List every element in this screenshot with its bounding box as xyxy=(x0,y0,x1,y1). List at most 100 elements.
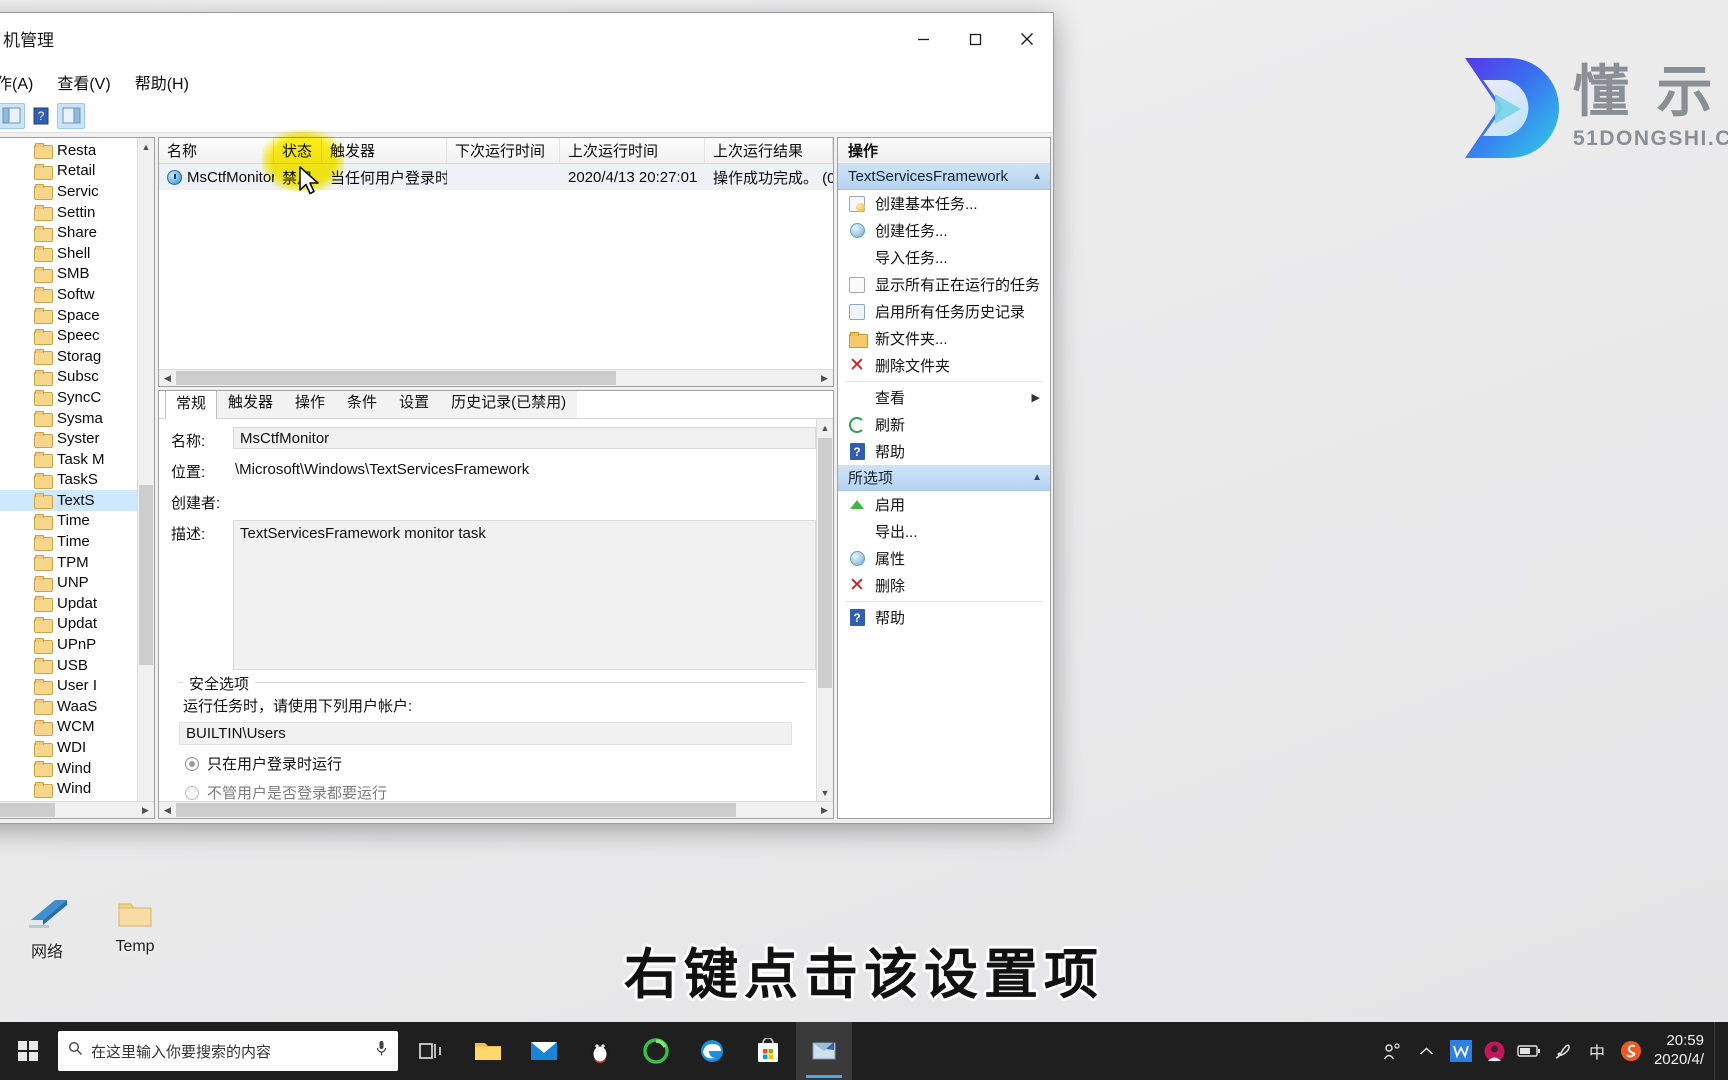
taskbar-icon-file-explorer[interactable] xyxy=(460,1022,516,1080)
tab-5[interactable]: 历史记录(已禁用) xyxy=(440,391,578,418)
radio-button-icon[interactable] xyxy=(185,756,199,771)
tree-item-retail[interactable]: Retail xyxy=(0,161,154,182)
action-item[interactable]: 刷新 xyxy=(838,411,1050,438)
radio-run-only-when-logged-on[interactable]: 只在用户登录时运行 xyxy=(185,753,806,774)
scroll-track[interactable] xyxy=(817,436,833,784)
scroll-up-icon[interactable]: ▲ xyxy=(817,419,833,436)
microphone-icon[interactable] xyxy=(375,1040,388,1062)
scroll-down-icon[interactable]: ▼ xyxy=(817,784,833,801)
tree-item-speec[interactable]: Speec xyxy=(0,325,154,346)
wechat-icon[interactable] xyxy=(1444,1022,1478,1080)
people-icon[interactable] xyxy=(1376,1022,1410,1080)
user-avatar-icon[interactable] xyxy=(1478,1022,1512,1080)
scroll-left-icon[interactable]: ◀ xyxy=(159,805,176,816)
tree-item-servic[interactable]: Servic xyxy=(0,181,154,202)
tree-item-tpm[interactable]: TPM xyxy=(0,552,154,573)
battery-icon[interactable] xyxy=(1512,1022,1546,1080)
chevron-up-icon[interactable] xyxy=(1410,1022,1444,1080)
chevron-up-icon[interactable]: ▲ xyxy=(1032,472,1042,483)
action-item[interactable]: 属性 xyxy=(838,545,1050,572)
taskbar-clock[interactable]: 20:59 2020/4/ xyxy=(1648,1032,1714,1070)
scroll-right-icon[interactable]: ▶ xyxy=(137,805,154,816)
tree-item-task m[interactable]: Task M xyxy=(0,449,154,470)
start-button[interactable] xyxy=(0,1022,56,1080)
column-header-trigger[interactable]: 触发器 xyxy=(322,138,447,163)
search-input[interactable]: 在这里输入你要搜索的内容 xyxy=(91,1041,367,1062)
chevron-up-icon[interactable]: ▲ xyxy=(1032,171,1042,182)
radio-button-icon[interactable] xyxy=(185,785,199,800)
action-item[interactable]: 显示所有正在运行的任务 xyxy=(838,271,1050,298)
action-item[interactable]: ? 帮助 xyxy=(838,604,1050,631)
toolbar-show-pane-icon[interactable] xyxy=(0,102,25,129)
maximize-button[interactable] xyxy=(949,13,1001,65)
tree-item-space[interactable]: Space xyxy=(0,305,154,326)
tree-item-syncc[interactable]: SyncC xyxy=(0,387,154,408)
scroll-thumb[interactable] xyxy=(818,438,832,688)
tree-item-share[interactable]: Share xyxy=(0,222,154,243)
column-header-status[interactable]: 状态 xyxy=(274,138,322,163)
scroll-thumb[interactable] xyxy=(176,371,616,385)
tree-item-subsc[interactable]: Subsc xyxy=(0,367,154,388)
tree-item-time[interactable]: Time xyxy=(0,511,154,532)
scroll-track[interactable] xyxy=(0,802,137,818)
tree-item-resta[interactable]: Resta xyxy=(0,140,154,161)
action-item[interactable]: 启用 xyxy=(838,491,1050,518)
scroll-thumb[interactable] xyxy=(139,485,153,665)
ime-chinese-icon[interactable]: 中 xyxy=(1580,1022,1614,1080)
scroll-thumb[interactable] xyxy=(176,803,736,817)
tree-item-usb[interactable]: USB xyxy=(0,655,154,676)
show-desktop-button[interactable] xyxy=(1714,1022,1722,1080)
pen-icon[interactable] xyxy=(1546,1022,1580,1080)
tree-item-syster[interactable]: Syster xyxy=(0,428,154,449)
scroll-right-icon[interactable]: ▶ xyxy=(816,373,833,384)
column-header-last-run[interactable]: 上次运行时间 xyxy=(560,138,705,163)
tree-horizontal-scrollbar[interactable]: ◀ ▶ xyxy=(0,801,154,818)
action-item[interactable]: 创建任务... xyxy=(838,217,1050,244)
tree-item-tasks[interactable]: TaskS xyxy=(0,470,154,491)
action-item[interactable]: 启用所有任务历史记录 xyxy=(838,298,1050,325)
name-input[interactable]: MsCtfMonitor xyxy=(233,427,816,449)
radio-run-whether-logged-on-or-not[interactable]: 不管用户是否登录都要运行 xyxy=(185,782,806,801)
scroll-track[interactable] xyxy=(176,370,816,386)
table-row[interactable]: MsCtfMonitor 禁用 当任何用户登录时 2020/4/13 20:27… xyxy=(159,164,833,190)
taskbar-icon-edge[interactable] xyxy=(684,1022,740,1080)
tree-item-updat[interactable]: Updat xyxy=(0,614,154,635)
menu-help[interactable]: 帮助(H) xyxy=(126,66,198,98)
tree-item-sysma[interactable]: Sysma xyxy=(0,408,154,429)
action-item[interactable]: 导出... xyxy=(838,518,1050,545)
menu-view[interactable]: 查看(V) xyxy=(48,66,119,98)
taskbar-icon-mail[interactable] xyxy=(516,1022,572,1080)
scroll-track[interactable] xyxy=(138,155,154,801)
tree-item-wind[interactable]: Wind xyxy=(0,778,154,799)
tree-item-updat[interactable]: Updat xyxy=(0,593,154,614)
action-item[interactable]: ✕ 删除文件夹 xyxy=(838,352,1050,379)
detail-horizontal-scrollbar[interactable]: ◀ ▶ xyxy=(159,801,833,818)
tree-item-smb[interactable]: SMB xyxy=(0,264,154,285)
actions-group-header[interactable]: TextServicesFramework ▲ xyxy=(838,164,1050,190)
close-button[interactable] xyxy=(1001,13,1053,65)
taskbar-search-box[interactable]: 在这里输入你要搜索的内容 xyxy=(58,1031,398,1071)
action-item[interactable]: 查看 ▶ xyxy=(838,384,1050,411)
tree-item-user i[interactable]: User I xyxy=(0,675,154,696)
taskbar-icon-qq[interactable] xyxy=(572,1022,628,1080)
tree-item-softw[interactable]: Softw xyxy=(0,284,154,305)
scroll-thumb[interactable] xyxy=(0,803,55,817)
actions-group-header[interactable]: 所选项 ▲ xyxy=(838,465,1050,491)
tree-vertical-scrollbar[interactable]: ▲ ▼ xyxy=(137,138,154,818)
toolbar-show-action-pane-icon[interactable] xyxy=(57,102,85,129)
action-item[interactable]: ? 帮助 xyxy=(838,438,1050,465)
scroll-right-icon[interactable]: ▶ xyxy=(816,805,833,816)
tree-item-shell[interactable]: Shell xyxy=(0,243,154,264)
tab-2[interactable]: 操作 xyxy=(284,391,337,418)
tree-item-texts[interactable]: TextS xyxy=(0,490,154,511)
taskbar-icon-360-browser[interactable] xyxy=(628,1022,684,1080)
taskbar-icon-computer-management[interactable] xyxy=(796,1022,852,1080)
tab-1[interactable]: 触发器 xyxy=(217,391,285,418)
tree-item-settin[interactable]: Settin xyxy=(0,202,154,223)
tree-item-time[interactable]: Time xyxy=(0,531,154,552)
scroll-track[interactable] xyxy=(176,802,816,818)
taskbar-icon-microsoft-store[interactable] xyxy=(740,1022,796,1080)
toolbar-help-icon[interactable]: ? xyxy=(27,103,55,129)
tab-0[interactable]: 常规 xyxy=(165,391,218,419)
detail-vertical-scrollbar[interactable]: ▲ ▼ xyxy=(816,419,833,801)
